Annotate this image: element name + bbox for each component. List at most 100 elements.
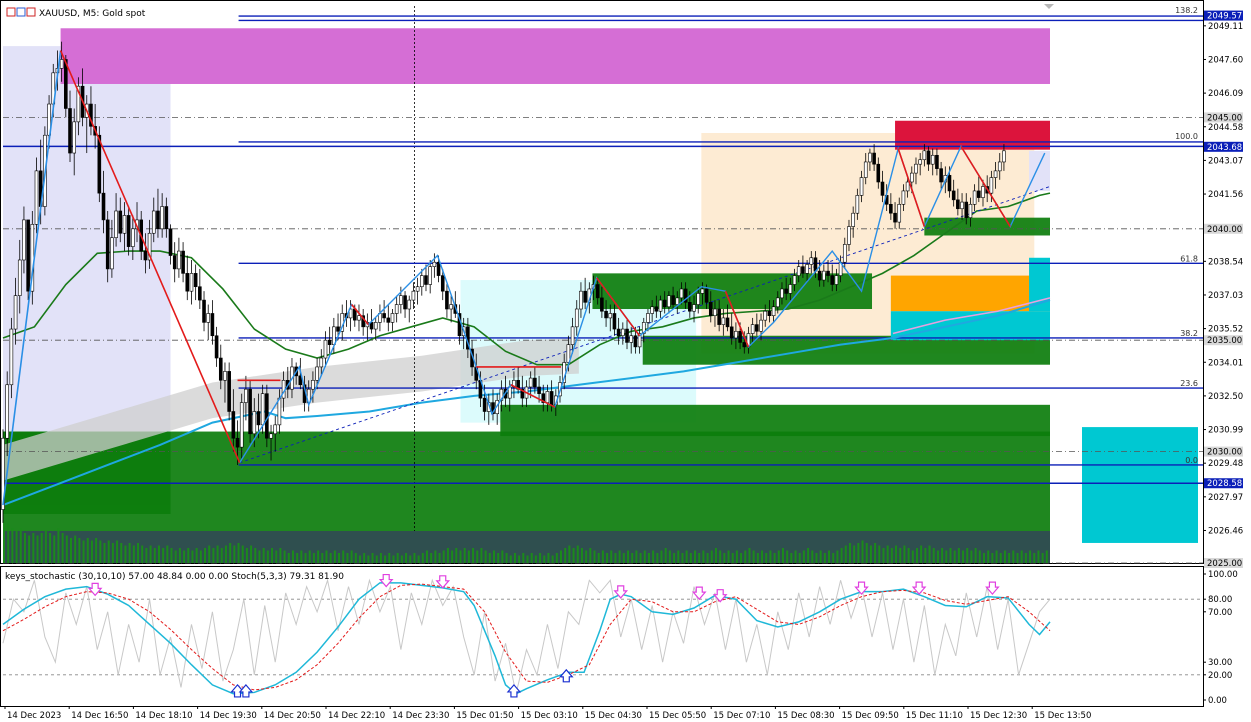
volume-bar: [321, 553, 324, 563]
volume-bar: [480, 548, 483, 563]
volume-bar: [526, 555, 529, 563]
volume-bar: [149, 545, 152, 563]
candle-body: [13, 295, 18, 330]
candle-body: [403, 295, 407, 310]
volume-bar: [572, 548, 575, 563]
zone-rect: [60, 28, 1050, 84]
volume-bar: [296, 553, 299, 563]
volume-bar: [656, 553, 659, 563]
volume-bar: [44, 530, 47, 563]
volume-bar: [601, 550, 604, 563]
candle-body: [126, 215, 131, 247]
volume-bar: [187, 548, 190, 563]
x-tick-label: 15 Dec 09:50: [842, 711, 899, 721]
volume-bar: [836, 550, 839, 563]
y-tick-label: 2044.58: [1208, 123, 1243, 133]
candle-body: [583, 290, 587, 303]
volume-bar: [735, 550, 738, 563]
volume-bar: [1003, 550, 1006, 563]
volume-bar: [920, 545, 923, 563]
volume-bar: [915, 548, 918, 563]
candle-body: [650, 306, 654, 314]
zone-rect: [1029, 150, 1050, 191]
volume-bar: [907, 548, 910, 563]
candle-body: [784, 288, 788, 294]
x-tick-label: 14 Dec 22:10: [328, 711, 385, 721]
candle-body: [131, 228, 135, 247]
volume-bar: [128, 543, 131, 563]
x-tick-label: 15 Dec 12:30: [970, 711, 1027, 721]
volume-bar: [631, 553, 634, 563]
stochastic-pane[interactable]: [0, 566, 1204, 707]
volume-bar: [262, 548, 265, 563]
volume-bar: [111, 543, 114, 563]
volume-bar: [924, 548, 927, 563]
y-tick-label: 2038.54: [1208, 257, 1243, 267]
candle-body: [947, 175, 952, 192]
volume-bar: [647, 553, 650, 563]
candle-body: [1002, 150, 1006, 163]
volume-bar: [287, 553, 290, 563]
volume-bar: [941, 548, 944, 563]
volume-bar: [580, 548, 583, 563]
volume-bar: [823, 553, 826, 563]
trading-chart[interactable]: 138.2 100.0 61.8 38.2 23.6 0.0 2049.11 2047.60…: [0, 0, 1251, 722]
volume-bar: [367, 555, 370, 563]
candle-body: [767, 310, 772, 316]
candle-body: [667, 295, 671, 308]
candle-body: [394, 304, 399, 314]
volume-bar: [317, 550, 320, 563]
volume-bar: [400, 555, 403, 563]
y-tick-label: 2035.52: [1208, 325, 1243, 335]
fib-level-label: 100.0: [1175, 132, 1198, 141]
volume-bar: [673, 553, 676, 563]
volume-bar: [756, 553, 759, 563]
volume-bar: [865, 543, 868, 563]
price-box-label: 2049.57: [1207, 12, 1242, 22]
volume-bar: [534, 555, 537, 563]
candle-body: [193, 273, 198, 288]
volume-bar: [488, 553, 491, 563]
volume-bar: [195, 548, 198, 563]
candle-body: [834, 275, 839, 285]
volume-bar: [241, 545, 244, 563]
volume-bar: [698, 553, 701, 563]
volume-bar: [622, 553, 625, 563]
volume-bar: [652, 550, 655, 563]
y-tick-label: 2034.01: [1208, 358, 1243, 368]
candle-body: [792, 275, 797, 285]
volume-bar: [1008, 553, 1011, 563]
candle-body: [248, 388, 252, 435]
volume-bar: [589, 548, 592, 563]
candle-body: [260, 393, 265, 426]
candle-body: [164, 206, 169, 230]
candle-body: [993, 170, 998, 178]
candle-body: [646, 313, 650, 323]
volume-bar: [727, 550, 730, 563]
volume-bar: [513, 553, 516, 563]
candle-body: [311, 380, 315, 390]
volume-bar: [174, 550, 177, 563]
y-tick-label: 2037.03: [1208, 291, 1243, 301]
candle-body: [964, 201, 969, 218]
candle-body: [675, 297, 680, 305]
candle-body: [336, 326, 340, 332]
candle-body: [876, 163, 881, 183]
candle-body: [390, 313, 395, 323]
candle-body: [68, 108, 72, 154]
volume-bar: [886, 545, 889, 563]
candle-body: [759, 319, 763, 332]
candle-body: [977, 190, 981, 198]
volume-bar: [15, 530, 18, 563]
candle-body: [198, 286, 202, 301]
candle-body: [713, 308, 717, 316]
volume-bar: [120, 543, 123, 563]
candle-body: [440, 275, 445, 292]
x-tick-label: 14 Dec 20:50: [264, 711, 321, 721]
volume-bar: [509, 555, 512, 563]
candle-body: [872, 152, 876, 165]
volume-bar: [442, 550, 445, 563]
volume-bar: [53, 535, 56, 563]
candle-body: [407, 299, 412, 310]
candle-body: [775, 297, 780, 308]
